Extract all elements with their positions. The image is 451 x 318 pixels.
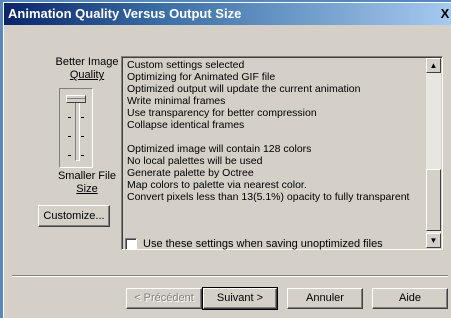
help-button[interactable]: Aide	[372, 288, 448, 309]
summary-line	[127, 131, 423, 143]
better-quality-label: Better Image Quality	[47, 56, 127, 82]
summary-line: Use transparency for better compression	[127, 107, 317, 119]
smaller-size-line2: Size	[76, 183, 98, 195]
close-icon[interactable]: X	[438, 6, 451, 22]
slider-tick	[81, 136, 84, 137]
scroll-up-icon[interactable]: ▲	[426, 58, 441, 73]
settings-summary-box: Custom settings selected Optimizing for A…	[121, 56, 443, 250]
customize-button[interactable]: Customize...	[38, 205, 110, 227]
summary-line: Generate palette by Octree	[127, 167, 254, 179]
button-divider	[12, 275, 448, 277]
scroll-down-icon[interactable]: ▼	[426, 233, 441, 248]
next-button[interactable]: Suivant >	[202, 287, 278, 310]
unoptimized-settings-checkbox[interactable]	[125, 238, 137, 250]
better-quality-line2: Quality	[69, 69, 105, 81]
title-bar[interactable]: Animation Quality Versus Output Size X	[4, 3, 451, 25]
slider-tick	[68, 117, 71, 118]
summary-line: Optimizing for Animated GIF file	[127, 71, 276, 83]
vertical-scrollbar[interactable]: ▲ ▼	[426, 58, 441, 248]
slider-tick	[68, 155, 71, 156]
summary-line: Write minimal frames	[127, 95, 226, 107]
back-button[interactable]: < Précédent	[126, 288, 202, 309]
settings-summary-text: Custom settings selected Optimizing for A…	[127, 59, 423, 247]
quality-slider[interactable]	[59, 88, 93, 168]
window-title: Animation Quality Versus Output Size	[8, 6, 242, 21]
slider-tick	[81, 155, 84, 156]
summary-line: Convert pixels less than 13(5.1%) opacit…	[127, 191, 410, 203]
slider-tick	[68, 136, 71, 137]
scroll-thumb[interactable]	[426, 169, 441, 231]
dialog-window: Animation Quality Versus Output Size X B…	[3, 2, 451, 318]
summary-line: Map colors to palette via nearest color.	[127, 179, 307, 191]
slider-thumb[interactable]	[66, 95, 86, 103]
summary-line: Custom settings selected	[127, 59, 245, 71]
slider-track	[75, 95, 80, 161]
summary-line: Optimized output will update the current…	[127, 83, 361, 95]
cancel-button[interactable]: Annuler	[287, 288, 363, 309]
better-quality-line1: Better Image	[55, 56, 119, 68]
smaller-size-line1: Smaller File	[57, 170, 117, 182]
summary-line: No local palettes will be used	[127, 155, 263, 167]
summary-line: Optimized image will contain 128 colors	[127, 143, 312, 155]
slider-tick	[81, 117, 84, 118]
unoptimized-settings-label[interactable]: Use these settings when saving unoptimiz…	[143, 238, 383, 250]
smaller-size-label: Smaller File Size	[47, 170, 127, 196]
summary-line: Collapse identical frames	[127, 119, 245, 131]
